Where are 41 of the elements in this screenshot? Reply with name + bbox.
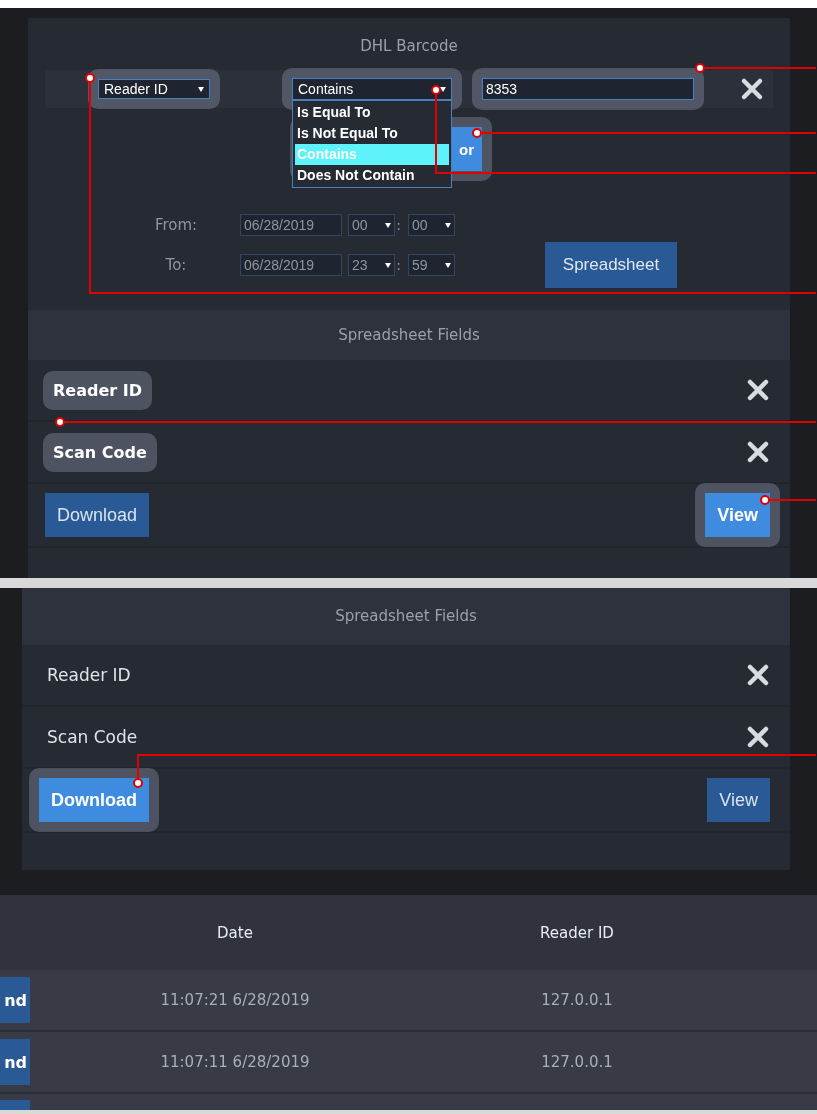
date-label: To:: [164, 256, 188, 274]
hour-dropdown[interactable]: 23: [348, 254, 395, 276]
field-label: Reader ID: [53, 380, 142, 400]
time-separator: :: [395, 217, 402, 233]
date-label: From:: [153, 216, 199, 234]
time-separator: :: [395, 257, 402, 273]
minute-dropdown[interactable]: 00: [408, 214, 455, 236]
hour-dropdown[interactable]: 00: [348, 214, 395, 236]
column-header: Reader ID: [540, 923, 614, 942]
dropdown-option[interactable]: Does Not Contain: [295, 165, 449, 186]
download-button[interactable]: Download: [45, 493, 150, 537]
download-button[interactable]: Download: [39, 778, 149, 822]
table-cell: 11:07:11 6/28/2019: [160, 1053, 310, 1071]
table-cell: 127.0.0.1: [541, 1053, 613, 1071]
date-field[interactable]: 06/28/2019: [240, 214, 342, 236]
field-label: Scan Code: [47, 727, 138, 747]
dropdown-value: 59: [412, 256, 428, 275]
dropdown-value: 00: [352, 216, 368, 235]
view-button[interactable]: View: [705, 493, 770, 537]
field-label: Reader ID: [47, 665, 131, 685]
dropdown-value: Reader ID: [104, 81, 168, 97]
minute-dropdown[interactable]: 59: [408, 254, 455, 276]
table-cell: 11:07:21 6/28/2019: [160, 991, 310, 1009]
row-button[interactable]: nd: [0, 977, 30, 1023]
column-header: Date: [217, 923, 253, 942]
spreadsheet-button[interactable]: Spreadsheet: [545, 242, 677, 288]
table-cell: 127.0.0.1: [541, 991, 613, 1009]
section-title: Spreadsheet Fields: [338, 325, 480, 346]
value-field[interactable]: 8353: [482, 78, 694, 100]
section-title: Spreadsheet Fields: [335, 606, 477, 627]
dropdown-option[interactable]: Is Not Equal To: [295, 123, 449, 144]
date-field[interactable]: 06/28/2019: [240, 254, 342, 276]
field-label: Scan Code: [53, 442, 147, 462]
field-dropdown[interactable]: Reader ID: [98, 79, 210, 99]
dropdown-option[interactable]: Is Equal To: [295, 102, 449, 123]
dropdown-value: 23: [352, 256, 368, 275]
row-button[interactable]: nd: [0, 1039, 30, 1085]
dropdown-value: Contains: [298, 81, 354, 97]
panel-title: DHL Barcode: [360, 36, 458, 57]
view-button[interactable]: View: [707, 778, 770, 822]
dropdown-value: 00: [412, 216, 428, 235]
